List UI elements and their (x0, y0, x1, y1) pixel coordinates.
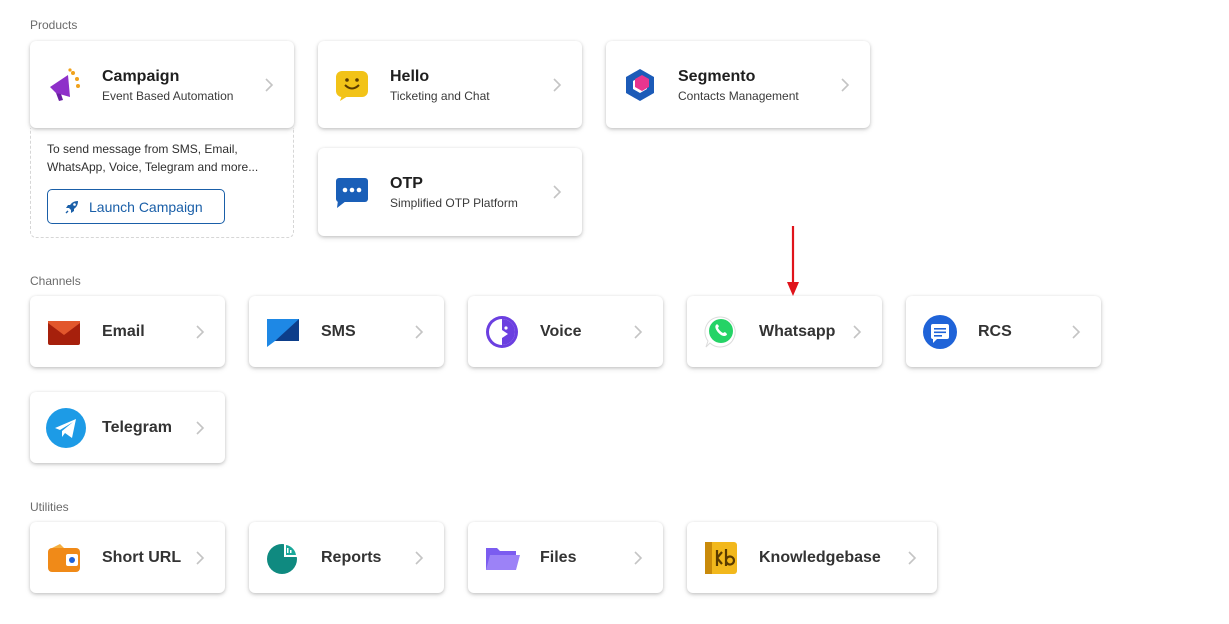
section-label-channels: Channels (30, 274, 81, 288)
chevron-right-icon (1071, 324, 1081, 339)
channel-label: Whatsapp (759, 322, 836, 340)
utility-card-knowledgebase[interactable]: Knowledgebase (687, 522, 937, 593)
chevron-right-icon (195, 550, 205, 565)
short-url-icon (46, 540, 82, 576)
chevron-right-icon (907, 550, 917, 565)
channel-card-rcs[interactable]: RCS (906, 296, 1101, 367)
chevron-right-icon (414, 324, 424, 339)
product-subtitle: Simplified OTP Platform (390, 196, 518, 210)
channel-label: Telegram (102, 418, 172, 436)
product-subtitle: Ticketing and Chat (390, 89, 490, 103)
otp-chat-icon (334, 174, 370, 210)
channel-label: RCS (978, 322, 1012, 340)
channel-label: Email (102, 322, 145, 340)
utility-label: Reports (321, 548, 382, 566)
chevron-right-icon (552, 185, 562, 199)
product-subtitle: Contacts Management (678, 89, 799, 103)
channel-label: SMS (321, 322, 356, 340)
red-arrow-annotation-icon (785, 226, 801, 298)
chevron-right-icon (633, 324, 643, 339)
sms-icon (265, 314, 301, 350)
chevron-right-icon (852, 324, 862, 339)
campaign-launch-panel: To send message from SMS, Email, WhatsAp… (30, 128, 294, 238)
folder-icon (484, 540, 520, 576)
reports-icon (265, 540, 301, 576)
product-title: Hello (390, 68, 430, 85)
chevron-right-icon (264, 77, 274, 92)
rcs-icon (922, 314, 958, 350)
whatsapp-icon (703, 314, 739, 350)
section-label-products: Products (30, 18, 78, 32)
chevron-right-icon (552, 77, 562, 92)
section-label-utilities: Utilities (30, 500, 69, 514)
telegram-icon (46, 407, 86, 448)
launch-campaign-label: Launch Campaign (89, 198, 203, 215)
product-title: Segmento (678, 68, 756, 85)
chevron-right-icon (840, 77, 850, 92)
chevron-right-icon (633, 550, 643, 565)
chevron-right-icon (195, 420, 205, 435)
smiley-chat-icon (334, 67, 370, 103)
channel-card-email[interactable]: Email (30, 296, 225, 367)
knowledgebase-icon (703, 540, 739, 576)
product-title: OTP (390, 175, 423, 192)
utility-label: Files (540, 548, 577, 566)
campaign-description: To send message from SMS, Email, WhatsAp… (47, 142, 259, 174)
segmento-hexagon-icon (622, 67, 658, 103)
utility-label: Knowledgebase (759, 548, 881, 566)
product-card-segmento[interactable]: Segmento Contacts Management (606, 41, 870, 128)
channel-card-whatsapp[interactable]: Whatsapp (687, 296, 882, 367)
product-subtitle: Event Based Automation (102, 89, 234, 103)
chevron-right-icon (195, 324, 205, 339)
launch-campaign-button[interactable]: Launch Campaign (47, 189, 225, 224)
channel-card-voice[interactable]: Voice (468, 296, 663, 367)
utility-card-short-url[interactable]: Short URL (30, 522, 225, 593)
megaphone-icon (46, 67, 82, 103)
product-card-hello[interactable]: Hello Ticketing and Chat (318, 41, 582, 128)
chevron-right-icon (414, 550, 424, 565)
product-title: Campaign (102, 68, 180, 85)
rocket-icon (64, 199, 80, 215)
channel-card-telegram[interactable]: Telegram (30, 392, 225, 463)
utility-card-reports[interactable]: Reports (249, 522, 444, 593)
channel-label: Voice (540, 322, 582, 340)
product-card-campaign[interactable]: Campaign Event Based Automation (30, 41, 294, 128)
utility-card-files[interactable]: Files (468, 522, 663, 593)
email-icon (46, 314, 82, 350)
product-card-otp[interactable]: OTP Simplified OTP Platform (318, 148, 582, 236)
channel-card-sms[interactable]: SMS (249, 296, 444, 367)
voice-icon (484, 314, 520, 350)
utility-label: Short URL (102, 548, 182, 566)
